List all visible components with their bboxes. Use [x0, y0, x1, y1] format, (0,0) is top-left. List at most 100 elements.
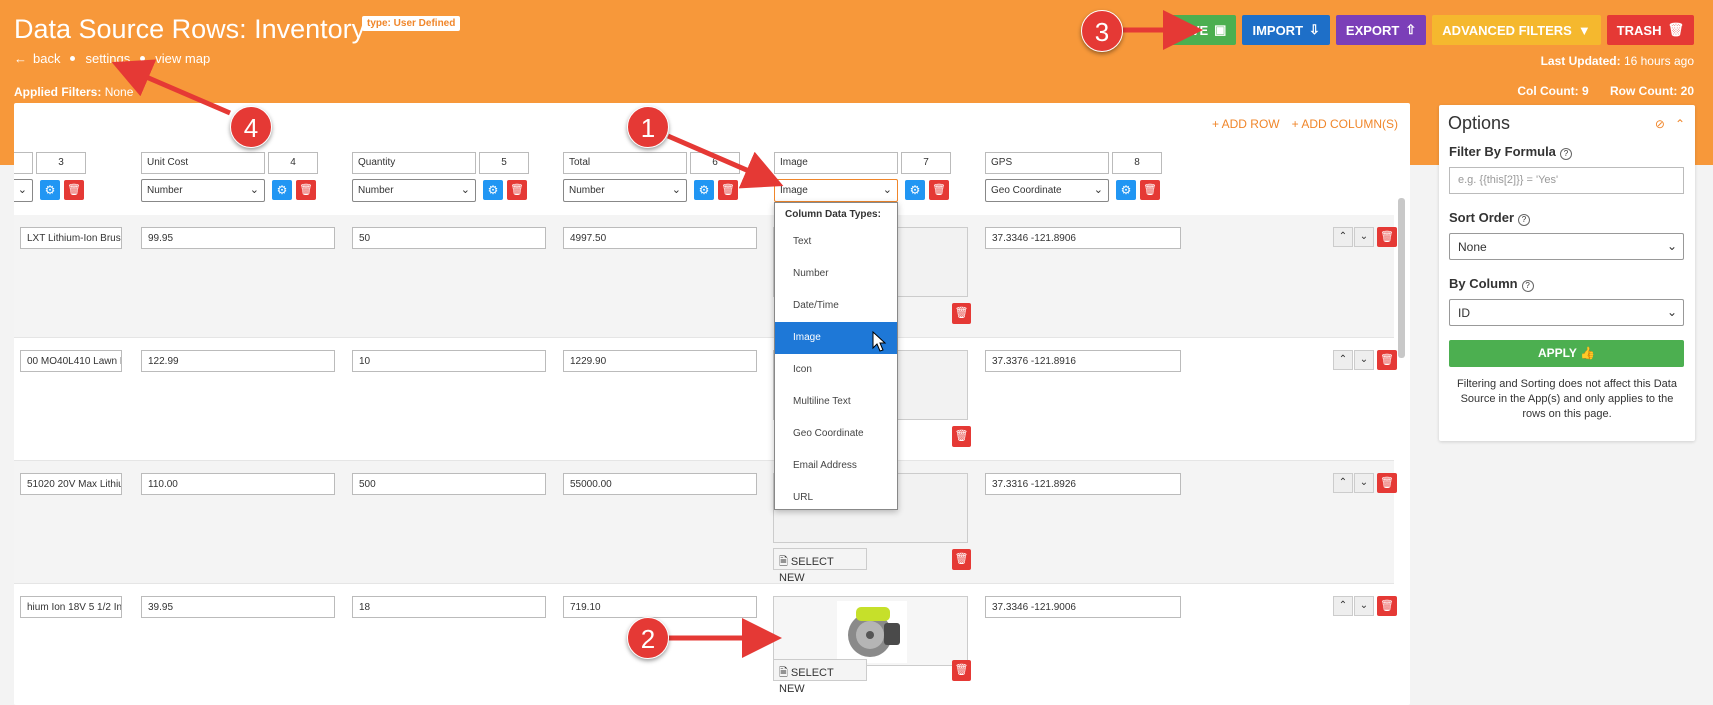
dropdown-option[interactable]: Icon	[775, 354, 897, 386]
trash-icon[interactable]: 🗑	[1377, 350, 1397, 370]
column-name-input[interactable]: Quantity	[352, 152, 476, 174]
unit-cost-cell[interactable]: 99.95	[141, 227, 335, 249]
gps-cell[interactable]: 37.3316 -121.8926	[985, 473, 1181, 495]
total-cell[interactable]: 719.10	[563, 596, 757, 618]
name-cell[interactable]: LXT Lithium-Ion Brus	[20, 227, 122, 249]
by-column-select[interactable]: ID ⌄	[1449, 299, 1684, 326]
column-name-input[interactable]: Unit Cost	[141, 152, 265, 174]
trash-icon[interactable]: 🗑	[929, 180, 949, 200]
advanced-filters-button[interactable]: ADVANCED FILTERS ▼	[1432, 15, 1601, 45]
thumbs-up-icon: 👍	[1580, 346, 1595, 360]
help-icon[interactable]: ?	[1521, 280, 1534, 292]
trash-icon[interactable]: 🗑	[296, 180, 316, 200]
column-name-input[interactable]: GPS	[985, 152, 1109, 174]
name-cell[interactable]: 51020 20V Max Lithiu	[20, 473, 122, 495]
trash-icon[interactable]: 🗑	[952, 549, 971, 570]
dropdown-option[interactable]: Text	[775, 226, 897, 258]
table-row: hium Ion 18V 5 1/2 In 39.95 18 719.10 🗎 …	[14, 584, 1397, 705]
add-row-link[interactable]: + ADD ROW	[1212, 117, 1280, 131]
column-type-select[interactable]: Number ⌄	[563, 179, 687, 202]
quantity-cell[interactable]: 50	[352, 227, 546, 249]
trash-icon[interactable]: 🗑	[952, 426, 971, 447]
help-icon[interactable]: ?	[1559, 148, 1572, 160]
save-button[interactable]: SAVE ▣	[1163, 15, 1237, 45]
import-button[interactable]: IMPORT ⇩	[1242, 15, 1330, 45]
column-type-select[interactable]: Image ⌄	[774, 179, 898, 202]
column-type-select[interactable]: Number ⌄	[141, 179, 265, 202]
chevron-up-icon[interactable]: ⌃	[1333, 596, 1353, 616]
column-type-value: Number	[569, 185, 605, 196]
back-link[interactable]: back	[33, 51, 60, 66]
trash-icon[interactable]: 🗑	[1377, 596, 1397, 616]
quantity-cell[interactable]: 500	[352, 473, 546, 495]
chevron-up-icon[interactable]: ⌃	[1675, 117, 1685, 131]
dropdown-option[interactable]: Date/Time	[775, 290, 897, 322]
view-map-link[interactable]: view map	[155, 51, 210, 66]
dropdown-option[interactable]: Geo Coordinate	[775, 418, 897, 450]
dropdown-option[interactable]: Multiline Text	[775, 386, 897, 418]
total-cell[interactable]: 1229.90	[563, 350, 757, 372]
column-index: 7	[901, 152, 951, 174]
chevron-up-icon[interactable]: ⌃	[1333, 473, 1353, 493]
back-arrow-icon[interactable]: ←	[14, 51, 27, 66]
trash-button[interactable]: TRASH 🗑	[1606, 15, 1694, 45]
unit-cost-cell[interactable]: 110.00	[141, 473, 335, 495]
name-cell[interactable]: hium Ion 18V 5 1/2 In	[20, 596, 122, 618]
trash-icon[interactable]: 🗑	[952, 660, 971, 681]
gear-icon[interactable]: ⚙	[483, 180, 503, 200]
add-columns-link[interactable]: + ADD COLUMN(S)	[1292, 117, 1398, 131]
trash-icon[interactable]: 🗑	[507, 180, 527, 200]
gear-icon[interactable]: ⚙	[694, 180, 714, 200]
column-name-input[interactable]: Image	[774, 152, 898, 174]
chevron-down-icon[interactable]: ⌄	[1354, 350, 1374, 370]
gear-icon[interactable]: ⚙	[40, 180, 60, 200]
column-type-select[interactable]: ⌄	[14, 179, 33, 202]
total-cell[interactable]: 55000.00	[563, 473, 757, 495]
chevron-down-icon[interactable]: ⌄	[1354, 473, 1374, 493]
chevron-down-icon[interactable]: ⌄	[1354, 227, 1374, 247]
name-cell[interactable]: 00 MO40L410 Lawn M	[20, 350, 122, 372]
select-new-button[interactable]: 🗎 SELECT NEW	[773, 659, 867, 695]
chevron-down-icon: ⌄	[460, 184, 470, 196]
column-type-select[interactable]: Number ⌄	[352, 179, 476, 202]
trash-icon[interactable]: 🗑	[718, 180, 738, 200]
gear-icon[interactable]: ⚙	[1116, 180, 1136, 200]
dropdown-option[interactable]: URL	[775, 482, 897, 514]
gps-cell[interactable]: 37.3346 -121.9006	[985, 596, 1181, 618]
settings-link[interactable]: settings	[85, 51, 130, 66]
column-type-select[interactable]: Geo Coordinate ⌄	[985, 179, 1109, 202]
export-button[interactable]: EXPORT ⇧	[1335, 15, 1427, 45]
apply-button[interactable]: APPLY 👍	[1449, 340, 1684, 367]
trash-icon[interactable]: 🗑	[1140, 180, 1160, 200]
gps-cell[interactable]: 37.3346 -121.8906	[985, 227, 1181, 249]
column-name-input[interactable]: Total	[563, 152, 687, 174]
unit-cost-cell[interactable]: 122.99	[141, 350, 335, 372]
trash-icon[interactable]: 🗑	[64, 180, 84, 200]
quantity-cell[interactable]: 10	[352, 350, 546, 372]
gear-icon[interactable]: ⚙	[905, 180, 925, 200]
help-icon[interactable]: ?	[1518, 214, 1531, 226]
gps-cell[interactable]: 37.3376 -121.8916	[985, 350, 1181, 372]
quantity-cell[interactable]: 18	[352, 596, 546, 618]
dropdown-option[interactable]: Email Address	[775, 450, 897, 482]
trash-icon[interactable]: 🗑	[1377, 473, 1397, 493]
gear-icon[interactable]: ⚙	[272, 180, 292, 200]
trash-icon: 🗑	[1667, 22, 1684, 37]
unit-cost-cell[interactable]: 39.95	[141, 596, 335, 618]
dropdown-option[interactable]: Number	[775, 258, 897, 290]
trash-icon[interactable]: 🗑	[952, 303, 971, 324]
by-column-label-text: By Column	[1449, 276, 1518, 291]
trash-icon[interactable]: 🗑	[1377, 227, 1397, 247]
select-new-button[interactable]: 🗎 SELECT NEW	[773, 548, 867, 584]
sort-order-select[interactable]: None ⌄	[1449, 233, 1684, 260]
column-name-input[interactable]	[14, 152, 33, 174]
vertical-scrollbar[interactable]	[1398, 198, 1405, 358]
sort-label-text: Sort Order	[1449, 210, 1515, 225]
eye-slash-icon[interactable]: ⊘	[1655, 117, 1665, 131]
filter-formula-input[interactable]: e.g. {{this[2]}} = 'Yes'	[1449, 167, 1684, 194]
column-type-value: Geo Coordinate	[991, 185, 1062, 196]
chevron-up-icon[interactable]: ⌃	[1333, 350, 1353, 370]
chevron-down-icon[interactable]: ⌄	[1354, 596, 1374, 616]
chevron-up-icon[interactable]: ⌃	[1333, 227, 1353, 247]
total-cell[interactable]: 4997.50	[563, 227, 757, 249]
